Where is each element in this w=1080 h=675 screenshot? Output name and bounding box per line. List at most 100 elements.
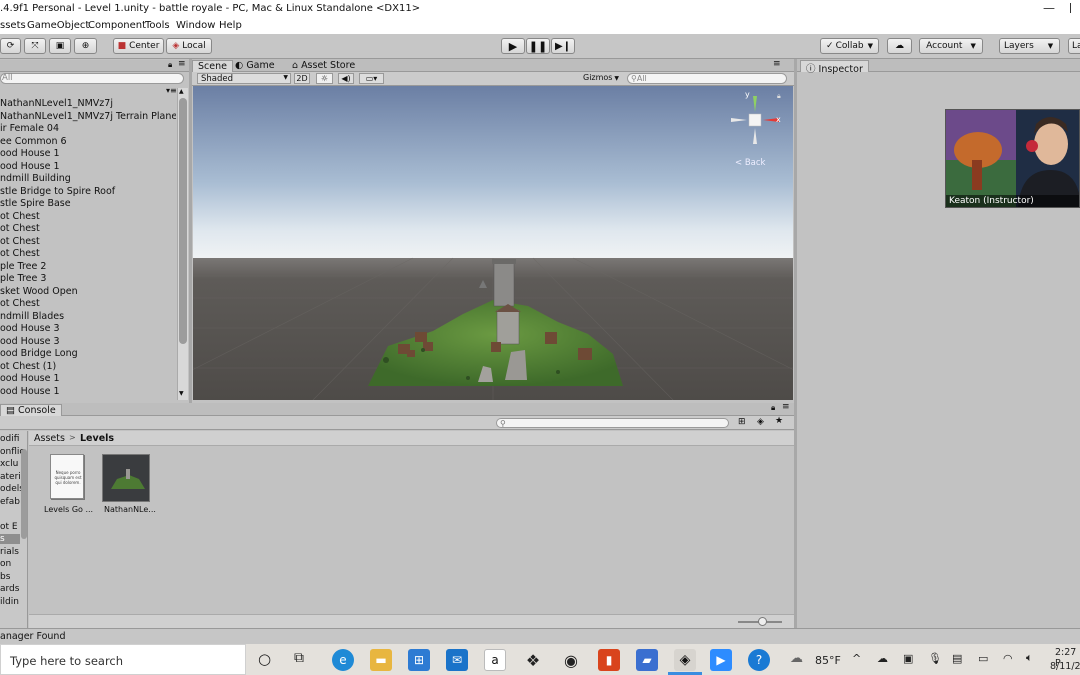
toggle-2d-button[interactable]: 2D (294, 73, 310, 84)
lock-icon[interactable]: 🔒︎ (771, 403, 775, 413)
chevron-up-icon[interactable]: ^ (852, 652, 861, 665)
task-view-icon[interactable]: ⧉ (294, 650, 304, 666)
menu-component[interactable]: Component (88, 20, 146, 31)
panel-divider[interactable] (189, 59, 192, 403)
file-explorer-icon[interactable]: ▬ (370, 649, 392, 671)
hierarchy-item[interactable]: ood House 1 (0, 148, 60, 159)
menu-window[interactable]: Window (176, 20, 215, 31)
effects-dropdown[interactable]: ▭▾ (359, 73, 384, 84)
project-folder-item[interactable]: rials (0, 547, 19, 557)
gizmos-dropdown[interactable]: Gizmos ▼ (583, 73, 621, 84)
battery-icon[interactable]: ▭ (978, 652, 988, 665)
menu-gameobject[interactable]: GameObject (27, 20, 89, 31)
hierarchy-item[interactable]: ple Tree 3 (0, 273, 46, 284)
sticky-notes-icon[interactable]: ▰ (636, 649, 658, 671)
asset-item[interactable]: NathanNLe... (101, 454, 156, 514)
hierarchy-item[interactable]: ood House 1 (0, 373, 60, 384)
hierarchy-item[interactable]: ood House 3 (0, 336, 60, 347)
account-dropdown[interactable]: Account ▼ (919, 38, 983, 54)
project-folder-item[interactable]: xclu (0, 459, 18, 469)
rotate-tool-button[interactable]: ⟳ (0, 38, 21, 54)
hierarchy-item[interactable]: ood House 3 (0, 323, 60, 334)
menu-assets[interactable]: ssets (0, 20, 26, 31)
store-icon[interactable]: ⊞ (408, 649, 430, 671)
scene-viewport[interactable]: y x < Back 🔒︎ (193, 86, 793, 400)
scroll-up-icon[interactable]: ▲ (179, 88, 184, 95)
github-icon[interactable]: ◉ (560, 649, 582, 671)
project-folder-item[interactable]: ildin (0, 597, 19, 607)
lock-icon[interactable]: 🔒︎ (777, 92, 781, 101)
favorite-star-icon[interactable]: ★ (775, 416, 783, 426)
hierarchy-item[interactable]: ot Chest (1) (0, 361, 56, 372)
wifi-icon[interactable]: ◠ (1003, 652, 1013, 665)
panel-menu-icon[interactable]: ≡ (782, 402, 790, 412)
step-button[interactable]: ▶❙ (551, 38, 575, 54)
play-button[interactable]: ▶ (501, 38, 525, 54)
zoom-icon[interactable]: ▶ (710, 649, 732, 671)
edge-icon[interactable]: e (332, 649, 354, 671)
project-folder-item[interactable]: on (0, 559, 11, 569)
hierarchy-item[interactable]: ot Chest (0, 211, 40, 222)
notification-app-icon[interactable]: ▤ (952, 652, 962, 665)
hierarchy-item[interactable]: stle Bridge to Spire Roof (0, 186, 115, 197)
clock-date[interactable]: 8/11/2 (1050, 661, 1080, 672)
panel-menu-icon[interactable]: ≡ (773, 59, 781, 69)
hierarchy-item[interactable]: ot Chest (0, 236, 40, 247)
hierarchy-item[interactable]: ood Bridge Long (0, 348, 78, 359)
volume-icon[interactable]: 🔈︎ (1026, 651, 1033, 665)
microphone-icon[interactable]: 🎙︎ (928, 652, 942, 665)
panel-menu-icon[interactable]: ≡ (178, 59, 186, 69)
project-search-input[interactable]: ⚲ (496, 418, 729, 428)
taskbar-search-input[interactable]: Type here to search (0, 644, 246, 675)
rect-tool-button[interactable]: ▣ (49, 38, 71, 54)
project-folder-item[interactable]: bs (0, 572, 10, 582)
breadcrumb-levels[interactable]: Levels (80, 433, 114, 444)
hierarchy-item[interactable]: ple Tree 2 (0, 261, 46, 272)
project-folder-item[interactable]: s (0, 534, 20, 544)
pivot-local-button[interactable]: ◈ Local (166, 38, 212, 54)
hierarchy-item[interactable]: ot Chest (0, 248, 40, 259)
dropbox-icon[interactable]: ❖ (522, 649, 544, 671)
hierarchy-scroll-thumb[interactable] (179, 98, 187, 344)
hierarchy-item[interactable]: stle Spire Base (0, 198, 71, 209)
office-icon[interactable]: ▮ (598, 649, 620, 671)
folder-tree-scroll-thumb[interactable] (21, 449, 27, 539)
help-icon[interactable]: ? (748, 649, 770, 671)
weather-temperature[interactable]: 85°F (815, 654, 841, 667)
hierarchy-search-input[interactable]: All (0, 73, 184, 84)
filter-by-label-icon[interactable]: ◈ (757, 417, 764, 427)
create-dropdown-icon[interactable]: ▾≡ (166, 86, 177, 95)
menu-help[interactable]: Help (219, 20, 242, 31)
orientation-gizmo[interactable]: y x < Back (727, 90, 783, 168)
device-icon[interactable]: ▣ (903, 652, 913, 665)
lighting-toggle[interactable]: ☼ (316, 73, 333, 84)
hierarchy-item[interactable]: ood House 1 (0, 161, 60, 172)
tab-scene[interactable]: Scene (192, 60, 233, 72)
onedrive-icon[interactable]: ☁ (877, 652, 888, 665)
scale-tool-button[interactable]: ⤧ (24, 38, 46, 54)
cloud-button[interactable]: ☁ (887, 38, 912, 54)
shading-mode-dropdown[interactable]: Shaded ▼ (197, 73, 291, 84)
audio-toggle[interactable]: ◀) (338, 73, 354, 84)
pivot-center-button[interactable]: ■ Center (113, 38, 164, 54)
gizmo-back-label[interactable]: < Back (735, 158, 765, 168)
hierarchy-item[interactable]: ndmill Blades (0, 311, 64, 322)
project-folder-item[interactable]: efab (0, 497, 20, 507)
layout-dropdown[interactable]: La (1068, 38, 1080, 54)
scene-search-input[interactable]: ⚲All (627, 73, 787, 84)
mail-icon[interactable]: ✉ (446, 649, 468, 671)
hierarchy-item[interactable]: sket Wood Open (0, 286, 78, 297)
project-folder-item[interactable]: ards (0, 584, 19, 594)
project-folder-item[interactable]: ateri (0, 472, 21, 482)
breadcrumb-assets[interactable]: Assets (34, 433, 65, 444)
minimize-button[interactable]: — (1043, 1, 1055, 15)
tab-asset-store[interactable]: ⌂ Asset Store (287, 60, 360, 72)
hierarchy-item[interactable]: NathanNLevel1_NMVz7j Terrain Plane (0, 111, 176, 122)
hierarchy-item[interactable]: ood House 1 (0, 386, 60, 397)
tab-console[interactable]: ▤ Console (0, 404, 62, 416)
hierarchy-item[interactable]: NathanNLevel1_NMVz7j (0, 98, 113, 109)
scroll-down-icon[interactable]: ▼ (179, 390, 184, 397)
amazon-icon[interactable]: a (484, 649, 506, 671)
transform-tool-button[interactable]: ⊕ (74, 38, 97, 54)
layers-dropdown[interactable]: Layers ▼ (999, 38, 1060, 54)
